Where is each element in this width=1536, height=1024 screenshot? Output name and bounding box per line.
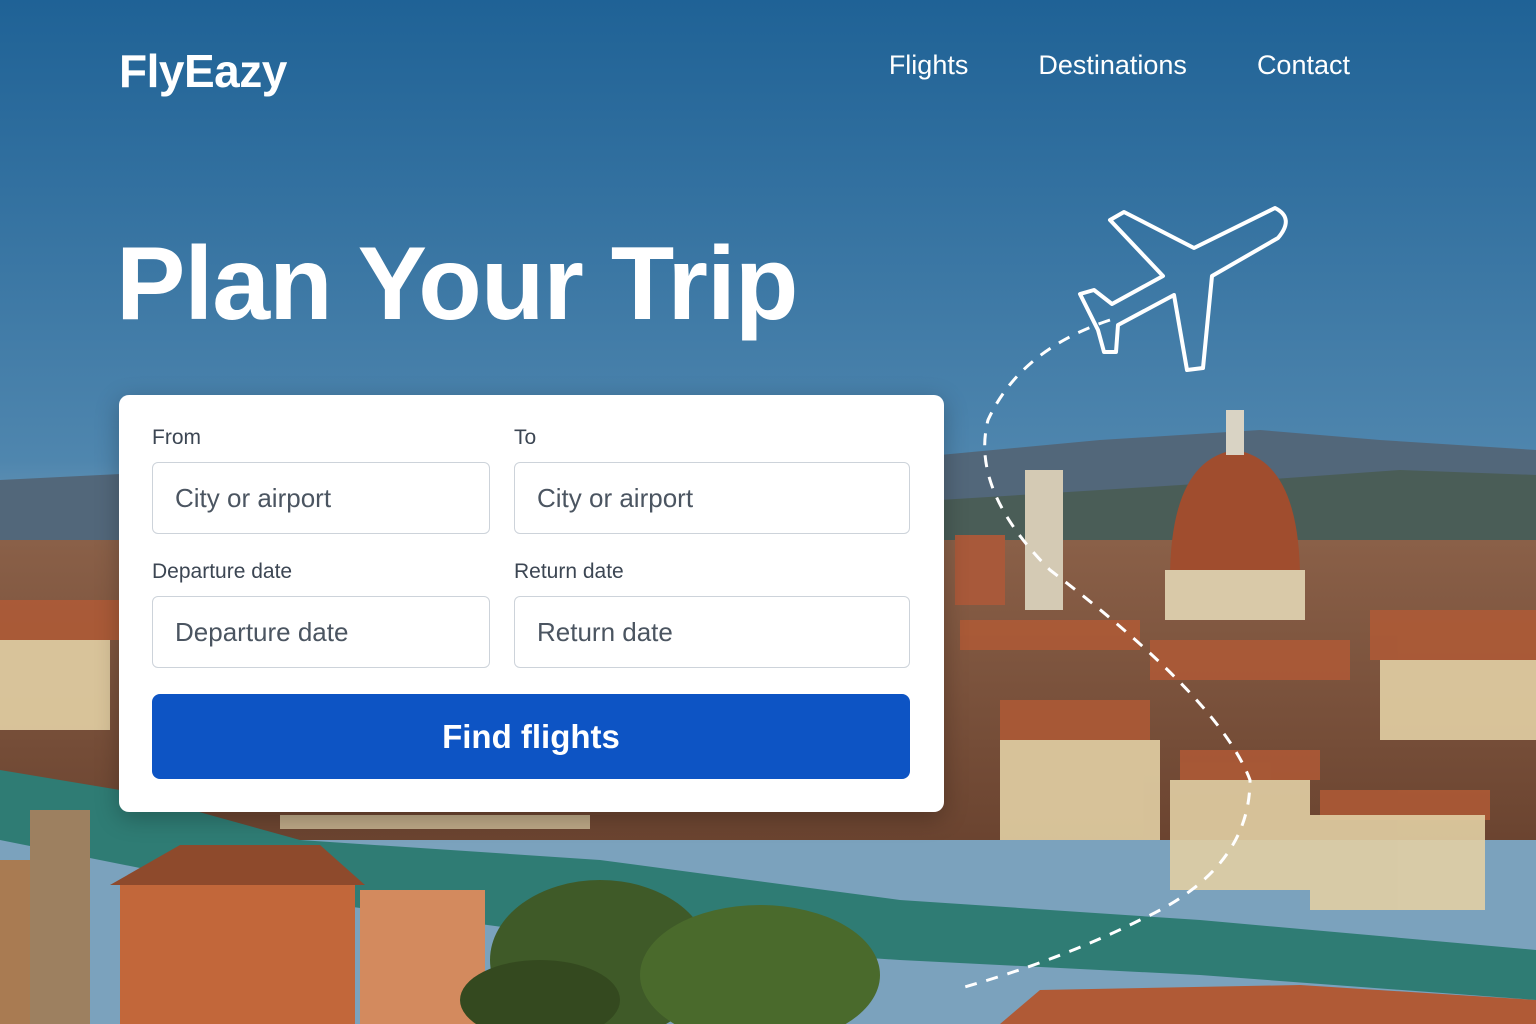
- return-date-field-group: Return date: [514, 560, 910, 668]
- departure-date-input[interactable]: [152, 596, 490, 668]
- to-input[interactable]: [514, 462, 910, 534]
- to-label: To: [514, 426, 537, 449]
- hero-title: Plan Your Trip: [116, 226, 798, 342]
- departure-date-field-group: Departure date: [152, 560, 490, 668]
- departure-date-label: Departure date: [152, 560, 293, 583]
- return-date-label: Return date: [514, 560, 624, 583]
- flight-search-card: From To Departure date Return date Find …: [119, 395, 944, 812]
- from-field-group: From: [152, 426, 490, 534]
- nav-link-destinations[interactable]: Destinations: [1038, 50, 1187, 81]
- main-navigation: Flights Destinations Contact: [889, 50, 1350, 81]
- nav-link-flights[interactable]: Flights: [889, 50, 969, 81]
- to-field-group: To: [514, 426, 910, 534]
- from-input[interactable]: [152, 462, 490, 534]
- brand-logo[interactable]: FlyEazy: [119, 44, 287, 98]
- find-flights-button[interactable]: Find flights: [152, 694, 910, 779]
- from-label: From: [152, 426, 201, 449]
- nav-link-contact[interactable]: Contact: [1257, 50, 1350, 81]
- return-date-input[interactable]: [514, 596, 910, 668]
